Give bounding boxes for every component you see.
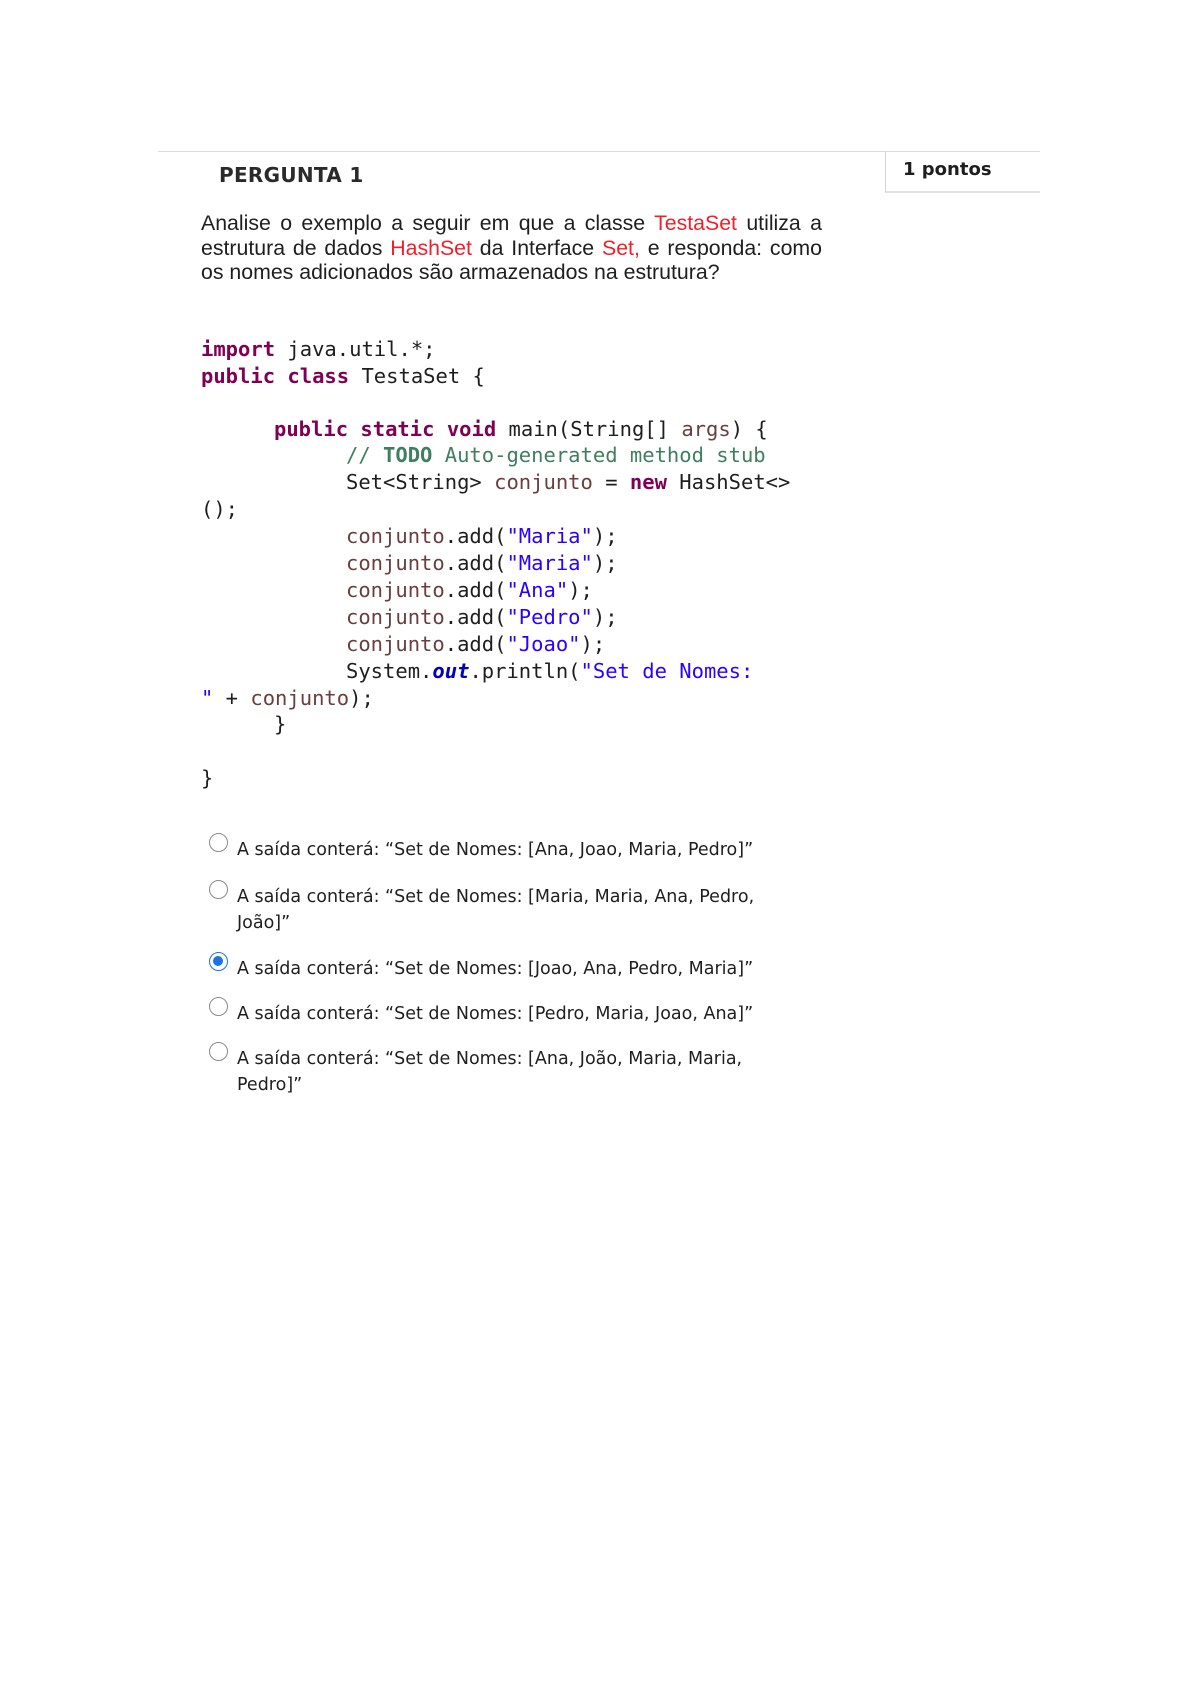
prompt-text-1: Analise o exemplo a seguir em que a clas… [201,211,655,235]
code-line-close-method: } [274,712,287,736]
radio-button[interactable] [209,833,228,852]
answer-option-label: A saída conterá: “Set de Nomes: [Maria, … [237,887,755,933]
code-line-add: conjunto.add("Pedro"); [346,605,618,629]
code-line-comment: // TODO Auto-generated method stub [346,443,766,467]
code-line-class: public class TestaSet { [201,364,485,388]
code-line-add: conjunto.add("Joao"); [346,632,606,656]
points-badge: 1 pontos [885,151,1040,193]
prompt-interface-name: Set, [601,235,640,260]
points-label: 1 pontos [903,159,992,180]
question-prompt: Analise o exemplo a seguir em que a clas… [201,211,822,285]
prompt-class-name: TestaSet [654,211,737,235]
code-line-println: System.out.println("Set de Nomes: [346,659,754,683]
code-line-set-decl: Set<String> conjunto = new HashSet<> [346,470,791,494]
question-title: PERGUNTA 1 [219,163,364,187]
prompt-text-3: da Interface [471,235,602,260]
code-line-println-wrap: " + conjunto); [201,686,374,710]
code-line-main: public static void main(String[] args) { [274,417,768,441]
code-line-add: conjunto.add("Maria"); [346,551,618,575]
radio-button[interactable] [209,997,228,1016]
answer-option-label: A saída conterá: “Set de Nomes: [Joao, A… [237,959,754,979]
prompt-structure-name: HashSet [390,235,472,260]
radio-button[interactable] [209,1042,228,1061]
radio-button-selected[interactable] [209,952,228,971]
answer-option-label: A saída conterá: “Set de Nomes: [Pedro, … [237,1004,754,1024]
code-line-close-class: } [201,766,214,790]
code-line-add: conjunto.add("Maria"); [346,524,618,548]
answer-option-label: A saída conterá: “Set de Nomes: [Ana, Jo… [237,840,754,860]
code-line-set-decl-wrap: (); [201,497,239,521]
answer-option-label: A saída conterá: “Set de Nomes: [Ana, Jo… [237,1049,743,1095]
code-line-import: import java.util.*; [201,337,436,361]
code-line-add: conjunto.add("Ana"); [346,578,593,602]
radio-button[interactable] [209,880,228,899]
